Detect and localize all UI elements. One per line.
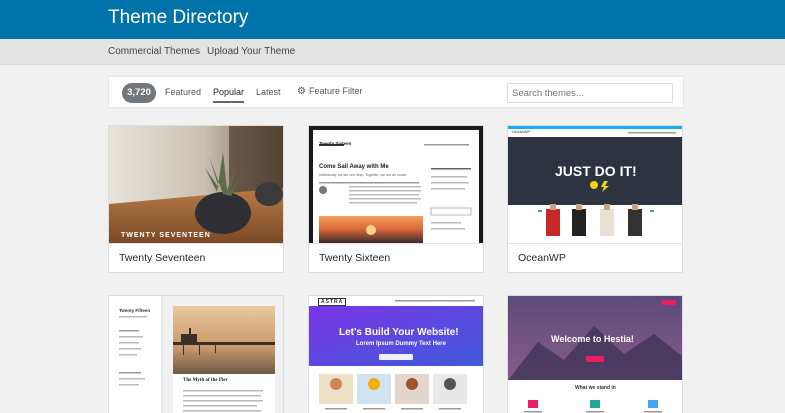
site-header: Theme Directory: [0, 0, 785, 39]
theme-site-title: Twenty Fifteen: [119, 308, 151, 313]
theme-name[interactable]: OceanWP: [518, 252, 566, 264]
sub-navigation: Commercial Themes Upload Your Theme: [0, 39, 785, 65]
theme-hero-title: JUST DO IT!: [555, 163, 637, 179]
theme-screenshot: [109, 296, 283, 413]
filter-bar: 3,720 Featured Popular Latest ⚙ Feature F…: [108, 76, 684, 108]
theme-card-twenty-fifteen[interactable]: Twenty Fifteen The Myth of the Pier: [108, 295, 284, 413]
theme-hero-subtitle: Lorem Ipsum Dummy Text Here: [356, 341, 446, 347]
theme-post-title: The Myth of the Pier: [183, 378, 228, 383]
page-title: Theme Directory: [108, 7, 249, 28]
feature-filter-button[interactable]: ⚙ Feature Filter: [297, 86, 363, 97]
theme-card-twenty-seventeen[interactable]: TWENTY SEVENTEEN Twenty Seventeen: [108, 125, 284, 273]
theme-post-title: Come Sail Away with Me: [319, 164, 389, 170]
theme-screenshot: [309, 296, 483, 413]
theme-site-title: Twenty Sixteen: [319, 141, 352, 146]
theme-screenshot: [508, 126, 682, 243]
tab-latest[interactable]: Latest: [256, 87, 281, 97]
theme-screenshot: [109, 126, 283, 243]
theme-logo: ASTRA: [318, 298, 347, 306]
theme-caption: TWENTY SEVENTEEN: [121, 232, 211, 239]
tab-featured[interactable]: Featured: [165, 87, 201, 97]
theme-logo: OceanWP: [512, 129, 531, 134]
nav-commercial-themes[interactable]: Commercial Themes: [108, 46, 200, 57]
nav-upload-theme[interactable]: Upload Your Theme: [207, 46, 295, 57]
theme-hero-title: Let's Build Your Website!: [339, 327, 459, 338]
theme-card-oceanwp[interactable]: OceanWP JUST DO IT! OceanWP: [507, 125, 683, 273]
theme-screenshot: [508, 296, 682, 413]
tab-popular[interactable]: Popular: [213, 87, 245, 103]
search-input[interactable]: [507, 83, 673, 103]
theme-section-title: What we stand in: [575, 385, 616, 391]
theme-count-badge: 3,720: [122, 83, 156, 103]
theme-name[interactable]: Twenty Seventeen: [119, 252, 205, 264]
theme-name[interactable]: Twenty Sixteen: [319, 252, 390, 264]
theme-card-hestia[interactable]: Welcome to Hestia! What we stand in: [507, 295, 683, 413]
theme-hero-title: Welcome to Hestia!: [551, 334, 634, 344]
theme-card-astra[interactable]: ASTRA Let's Build Your Website! Lorem Ip…: [308, 295, 484, 413]
gear-icon: ⚙: [297, 86, 306, 97]
theme-post-subtitle: Individually, we are one drop. Together,…: [319, 173, 408, 177]
theme-card-twenty-sixteen[interactable]: Twenty Sixteen Come Sail Away with Me In…: [308, 125, 484, 273]
feature-filter-label: Feature Filter: [308, 86, 363, 96]
